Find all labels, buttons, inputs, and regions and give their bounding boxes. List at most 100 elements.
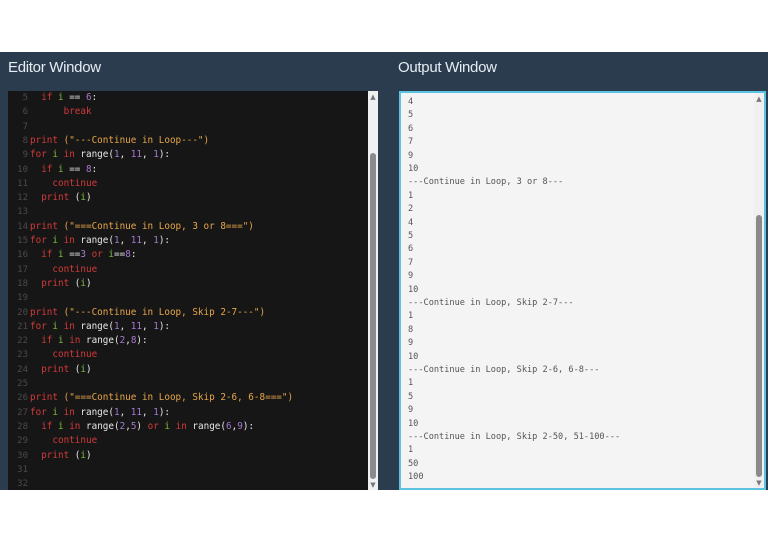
line-number: 11	[17, 178, 28, 189]
code-token: )	[86, 192, 92, 204]
code-line[interactable]: print (i)	[30, 363, 92, 375]
code-token: ("===Continue in Loop, 3 or 8===")	[63, 220, 254, 232]
code-token: in	[63, 320, 81, 332]
code-token: :	[91, 92, 98, 103]
code-line[interactable]: print ("---Continue in Loop---")	[30, 135, 209, 146]
line-number: 28	[17, 421, 28, 432]
scroll-down-icon[interactable]: ▼	[368, 481, 378, 489]
code-line[interactable]: continue	[30, 264, 97, 275]
editor-scrollbar[interactable]: ▲ ▼	[368, 91, 378, 490]
output-scrollbar-thumb[interactable]	[756, 215, 762, 477]
line-number: 27	[17, 407, 28, 418]
line-number: 17	[17, 264, 28, 275]
code-token: ,	[119, 320, 131, 332]
scroll-down-icon[interactable]: ▼	[754, 479, 764, 487]
code-token: continue	[52, 349, 98, 361]
code-token: ==	[63, 163, 86, 175]
code-token: ("---Continue in Loop, Skip 2-7---")	[63, 306, 266, 318]
code-token: :	[91, 163, 98, 175]
output-line: 10	[408, 351, 419, 362]
code-token: range(	[86, 420, 120, 432]
code-token: ==	[63, 92, 86, 103]
code-line[interactable]: if i in range(2,5) or i in range(6,9):	[30, 421, 254, 432]
output-line: 10	[408, 418, 419, 429]
editor-title: Editor Window	[8, 59, 101, 76]
code-line[interactable]: if i ==3 or i==8:	[30, 249, 136, 260]
editor-scrollbar-thumb[interactable]	[370, 153, 376, 479]
code-line[interactable]: continue	[30, 435, 97, 446]
output-line: 9	[408, 405, 414, 416]
code-token: ,	[119, 406, 131, 418]
scroll-up-icon[interactable]: ▲	[368, 93, 378, 101]
code-line[interactable]: print ("===Continue in Loop, Skip 2-6, 6…	[30, 392, 293, 403]
code-line[interactable]: if i == 8:	[30, 164, 97, 175]
code-line[interactable]: print (i)	[30, 450, 91, 461]
output-line: 6	[408, 244, 414, 255]
code-token: if	[41, 249, 58, 261]
code-line[interactable]: break	[30, 106, 92, 117]
line-number: 24	[17, 364, 28, 375]
code-token: ("---Continue in Loop---")	[63, 134, 210, 146]
output-line: 9	[408, 338, 414, 349]
code-line[interactable]: for i in range(1, 11, 1):	[30, 407, 170, 418]
code-token: continue	[52, 435, 98, 447]
code-token: ,	[119, 235, 131, 246]
output-line: 7	[408, 257, 414, 268]
code-line[interactable]: print ("===Continue in Loop, 3 or 8===")	[30, 221, 254, 232]
code-token: 11	[130, 235, 142, 246]
scroll-up-icon[interactable]: ▲	[754, 95, 764, 103]
code-token: ):	[136, 335, 148, 347]
code-line[interactable]: print (i)	[30, 278, 91, 289]
line-number: 15	[17, 236, 28, 246]
code-token: in	[63, 235, 81, 246]
code-token: ,	[142, 235, 154, 246]
code-token: print	[30, 134, 64, 146]
output-line: 6	[408, 123, 414, 134]
output-line: 10	[408, 164, 419, 174]
code-token: i	[52, 235, 64, 246]
code-token: in	[175, 420, 193, 432]
code-line[interactable]: print ("---Continue in Loop, Skip 2-7---…	[30, 307, 265, 318]
code-line[interactable]: for i in range(1, 11, 1):	[30, 321, 170, 332]
code-token: ==	[63, 249, 81, 261]
code-line[interactable]: for i in range(1, 11, 1):	[30, 149, 170, 160]
code-token: continue	[52, 263, 98, 275]
output-line: ---Continue in Loop, Skip 2-6, 6-8---	[408, 365, 600, 375]
output-line: 5	[408, 391, 414, 402]
line-number: 12	[17, 193, 28, 204]
code-line[interactable]: if i == 6:	[30, 92, 97, 103]
line-number: 22	[17, 336, 28, 347]
line-number: 30	[17, 450, 28, 461]
code-token: ,	[142, 320, 154, 332]
code-token: range(	[80, 149, 114, 161]
code-editor[interactable]: 5 if i == 6: 6 break 7 8 print ("---Continue…	[8, 91, 378, 490]
line-number: 29	[17, 436, 28, 447]
code-token: range(	[86, 335, 120, 347]
output-line: 7	[408, 137, 414, 148]
line-number: 19	[17, 293, 28, 304]
code-token: ):	[158, 320, 171, 332]
output-scrollbar[interactable]: ▲ ▼	[754, 93, 764, 488]
code-token: )	[86, 363, 92, 375]
line-number: 32	[17, 479, 28, 490]
code-token: ):	[158, 406, 171, 418]
code-line[interactable]: if i in range(2,8):	[30, 335, 148, 347]
output-line: 4	[408, 217, 414, 228]
code-token: range(	[80, 320, 114, 332]
code-line[interactable]: for i in range(1, 11, 1):	[30, 235, 170, 246]
line-number: 23	[17, 350, 28, 361]
code-line[interactable]: print (i)	[30, 192, 92, 204]
code-token: i	[52, 149, 64, 161]
code-token: range(	[80, 235, 114, 246]
output-line: 9	[408, 150, 414, 161]
output-line: 2	[408, 204, 414, 215]
code-line[interactable]: continue	[30, 178, 97, 189]
code-token: for	[30, 235, 53, 246]
code-line[interactable]: continue	[30, 349, 97, 360]
